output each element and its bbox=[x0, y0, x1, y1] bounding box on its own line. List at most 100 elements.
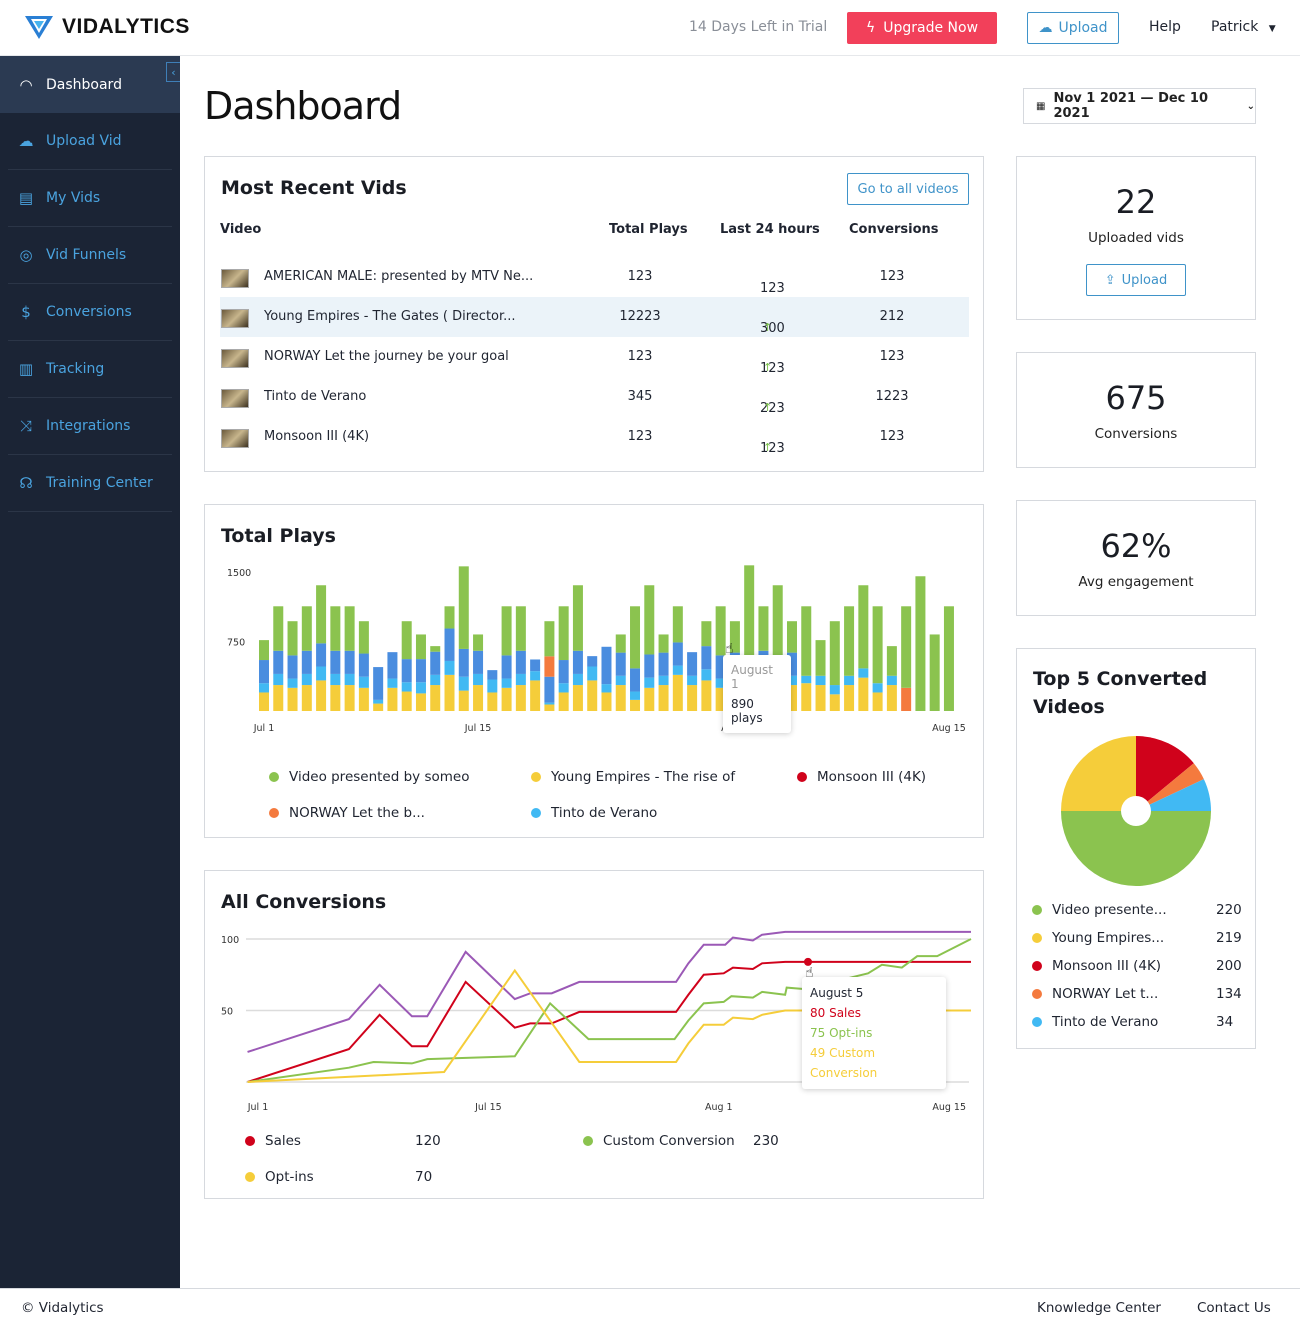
bar-segment[interactable] bbox=[387, 652, 398, 679]
bar-segment[interactable] bbox=[515, 673, 526, 686]
video-title[interactable]: Young Empires - The Gates ( Director... bbox=[264, 309, 516, 324]
bar-segment[interactable] bbox=[473, 673, 484, 686]
bar-segment[interactable] bbox=[473, 634, 484, 651]
bar-segment[interactable] bbox=[801, 683, 812, 711]
user-menu[interactable]: Patrick ▼ bbox=[1211, 19, 1276, 35]
bar-segment[interactable] bbox=[801, 606, 812, 676]
bar-segment[interactable] bbox=[544, 676, 555, 703]
bar-segment[interactable] bbox=[658, 652, 669, 676]
bar-segment[interactable] bbox=[344, 673, 355, 686]
legend-item[interactable]: Young Empires... 219 bbox=[1032, 930, 1242, 946]
bar-segment[interactable] bbox=[344, 606, 355, 651]
bar-segment[interactable] bbox=[601, 684, 612, 693]
bar-segment[interactable] bbox=[815, 685, 826, 711]
bar-segment[interactable] bbox=[316, 680, 327, 711]
bar-segment[interactable] bbox=[886, 685, 897, 711]
bar-segment[interactable] bbox=[373, 699, 384, 704]
bar-segment[interactable] bbox=[544, 704, 555, 711]
bar-segment[interactable] bbox=[259, 660, 269, 684]
bar-segment[interactable] bbox=[844, 685, 855, 711]
bar-segment[interactable] bbox=[444, 628, 455, 661]
sidebar-item-dashboard[interactable]: ◠ Dashboard bbox=[0, 56, 180, 113]
bar-segment[interactable] bbox=[444, 660, 455, 675]
bar-segment[interactable] bbox=[601, 692, 612, 711]
bar-segment[interactable] bbox=[544, 702, 555, 705]
bar-segment[interactable] bbox=[530, 659, 541, 672]
legend-item[interactable]: NORWAY Let the b... bbox=[269, 805, 425, 821]
legend-item[interactable]: Tinto de Verano bbox=[531, 805, 657, 821]
bar-segment[interactable] bbox=[858, 668, 869, 678]
legend-item[interactable]: Tinto de Verano 34 bbox=[1032, 1014, 1242, 1030]
bar-segment[interactable] bbox=[301, 650, 312, 674]
bar-segment[interactable] bbox=[487, 692, 498, 711]
bar-segment[interactable] bbox=[330, 650, 341, 674]
bar-segment[interactable] bbox=[344, 685, 355, 711]
bar-segment[interactable] bbox=[558, 683, 569, 693]
sidebar-item-integrations[interactable]: ⤨ Integrations bbox=[8, 398, 172, 455]
bar-segment[interactable] bbox=[515, 650, 526, 674]
bar-segment[interactable] bbox=[387, 687, 398, 711]
bar-segment[interactable] bbox=[401, 659, 412, 683]
bar-segment[interactable] bbox=[515, 685, 526, 711]
legend-item[interactable]: Custom Conversion 230 bbox=[583, 1133, 793, 1149]
bar-segment[interactable] bbox=[615, 652, 626, 676]
bar-segment[interactable] bbox=[701, 680, 712, 711]
bar-segment[interactable] bbox=[373, 703, 384, 711]
bar-segment[interactable] bbox=[587, 666, 598, 681]
bar-segment[interactable] bbox=[301, 606, 312, 651]
bar-segment[interactable] bbox=[259, 692, 269, 711]
bar-segment[interactable] bbox=[844, 675, 855, 686]
bar-segment[interactable] bbox=[815, 640, 826, 676]
bar-segment[interactable] bbox=[358, 621, 369, 654]
bar-segment[interactable] bbox=[658, 634, 669, 653]
table-row[interactable]: AMERICAN MALE: presented by MTV Ne... 123… bbox=[220, 257, 969, 297]
upload-button[interactable]: ☁ Upload bbox=[1027, 12, 1119, 44]
video-title[interactable]: AMERICAN MALE: presented by MTV Ne... bbox=[264, 269, 533, 284]
bar-segment[interactable] bbox=[487, 679, 498, 693]
bar-segment[interactable] bbox=[587, 656, 598, 667]
bar-segment[interactable] bbox=[658, 675, 669, 686]
bar-segment[interactable] bbox=[358, 676, 369, 688]
bar-segment[interactable] bbox=[501, 687, 512, 711]
collapse-sidebar-button[interactable]: ‹ bbox=[166, 62, 180, 82]
bar-segment[interactable] bbox=[415, 659, 426, 683]
legend-item[interactable]: Monsoon III (4K) 200 bbox=[1032, 958, 1242, 974]
bar-segment[interactable] bbox=[530, 680, 541, 711]
table-row[interactable]: Monsoon III (4K) 123 123 ↑ 123 bbox=[220, 417, 969, 457]
bar-segment[interactable] bbox=[473, 650, 484, 674]
bar-segment[interactable] bbox=[301, 685, 312, 711]
bar-segment[interactable] bbox=[630, 668, 641, 692]
bar-segment[interactable] bbox=[430, 651, 441, 675]
contact-us-link[interactable]: Contact Us bbox=[1197, 1300, 1271, 1316]
bar-segment[interactable] bbox=[544, 621, 555, 657]
sidebar-item-my-vids[interactable]: ▤ My Vids bbox=[8, 170, 172, 227]
sidebar-item-vid-funnels[interactable]: ◎ Vid Funnels bbox=[8, 227, 172, 284]
sidebar-item-tracking[interactable]: ▥ Tracking bbox=[8, 341, 172, 398]
bar-segment[interactable] bbox=[544, 656, 555, 677]
bar-segment[interactable] bbox=[601, 646, 612, 685]
bar-segment[interactable] bbox=[572, 685, 583, 711]
bar-segment[interactable] bbox=[458, 690, 469, 711]
table-row[interactable]: NORWAY Let the journey be your goal 123 12… bbox=[220, 337, 969, 377]
bar-segment[interactable] bbox=[615, 675, 626, 686]
bar-segment[interactable] bbox=[273, 673, 284, 686]
bar-segment[interactable] bbox=[301, 673, 312, 686]
bar-segment[interactable] bbox=[501, 606, 512, 656]
bar-segment[interactable] bbox=[572, 585, 583, 651]
bar-segment[interactable] bbox=[430, 685, 441, 711]
sidebar-item-conversions[interactable]: $ Conversions bbox=[8, 284, 172, 341]
bar-segment[interactable] bbox=[858, 677, 869, 711]
video-title[interactable]: Monsoon III (4K) bbox=[264, 429, 369, 444]
bar-segment[interactable] bbox=[415, 634, 426, 660]
bar-segment[interactable] bbox=[687, 675, 698, 686]
bar-segment[interactable] bbox=[316, 585, 327, 644]
bar-segment[interactable] bbox=[701, 669, 712, 681]
video-title[interactable]: NORWAY Let the journey be your goal bbox=[264, 349, 509, 364]
bar-segment[interactable] bbox=[630, 606, 641, 669]
bar-segment[interactable] bbox=[273, 650, 284, 674]
bar-segment[interactable] bbox=[487, 670, 498, 680]
sidebar-item-upload-vid[interactable]: ☁ Upload Vid bbox=[8, 113, 172, 170]
bar-segment[interactable] bbox=[815, 675, 826, 686]
bar-segment[interactable] bbox=[358, 687, 369, 711]
bar-segment[interactable] bbox=[829, 694, 840, 711]
